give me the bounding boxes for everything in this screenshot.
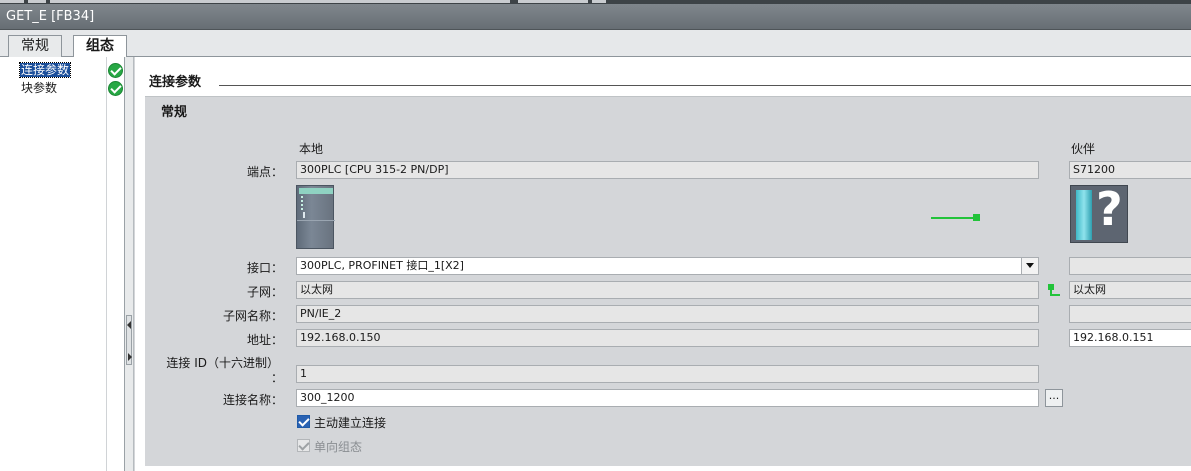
interface-label: 接口： [246, 261, 283, 275]
one-way-label: 单向组态 [314, 440, 363, 454]
partner-interface-field [1069, 257, 1191, 275]
expand-right-icon[interactable] [128, 353, 132, 361]
window-title: GET_E [FB34] [0, 4, 1191, 30]
section-divider [219, 85, 1191, 86]
local-column-header: 本地 [299, 142, 324, 156]
connection-link-line [931, 217, 975, 219]
subnet-label: 子网： [246, 285, 283, 299]
connection-name-field[interactable]: 300_1200 [296, 389, 1039, 407]
address-label: 地址： [246, 333, 283, 347]
connection-id-field[interactable]: 1 [296, 365, 1039, 383]
partner-subnet-field: 以太网 [1069, 281, 1191, 299]
tree-divider [106, 57, 107, 471]
local-interface-value: 300PLC, PROFINET 接口_1[X2] [300, 259, 464, 272]
cpu-module-icon [296, 185, 335, 249]
ellipsis-button[interactable]: ... [1045, 389, 1063, 407]
local-subnet-name-field: PN/IE_2 [296, 305, 1039, 323]
tree-item-label: 块参数 [21, 81, 58, 95]
general-group: 常规 本地 伙伴 端点： 300PLC [CPU 315-2 PN/DP] S7… [145, 96, 1191, 466]
section-title: 连接参数 [149, 75, 202, 90]
endpoint-label: 端点： [246, 165, 283, 179]
connection-link-dot [973, 214, 980, 221]
tab-general[interactable]: 常规 [8, 35, 62, 57]
navigation-tree: 连接参数 块参数 [0, 57, 125, 471]
active-connection-label: 主动建立连接 [314, 416, 387, 430]
active-connection-checkbox[interactable] [297, 415, 310, 428]
check-circle-icon [108, 63, 123, 78]
tab-configuration[interactable]: 组态 [73, 35, 127, 58]
local-subnet-field: 以太网 [296, 281, 1039, 299]
connection-name-label: 连接名称： [222, 393, 283, 407]
tree-item-connection-parameters[interactable]: 连接参数 [0, 61, 125, 79]
partner-column-header: 伙伴 [1071, 142, 1096, 156]
group-title: 常规 [161, 105, 188, 120]
chevron-down-icon[interactable] [1021, 258, 1038, 274]
connection-id-colon: ： [270, 371, 283, 385]
local-endpoint-field: 300PLC [CPU 315-2 PN/DP] [296, 161, 1039, 179]
check-circle-icon [108, 81, 123, 96]
tab-bar: 常规 组态 [0, 30, 1191, 58]
collapse-left-icon[interactable] [127, 321, 131, 329]
tree-item-block-parameters[interactable]: 块参数 [0, 79, 125, 97]
local-interface-select[interactable]: 300PLC, PROFINET 接口_1[X2] [296, 257, 1039, 275]
partner-endpoint-field[interactable]: S71200 [1069, 161, 1191, 179]
subnet-name-label: 子网名称： [222, 309, 283, 323]
tree-item-label: 连接参数 [18, 62, 72, 78]
panel-splitter[interactable] [125, 57, 134, 471]
one-way-checkbox [297, 439, 310, 452]
subnet-connection-icon [1048, 284, 1062, 296]
local-address-field: 192.168.0.150 [296, 329, 1039, 347]
unknown-device-icon: ? [1070, 182, 1128, 243]
main-panel: 连接参数 常规 本地 伙伴 端点： 300PLC [CPU 315-2 PN/D… [135, 57, 1191, 471]
partner-subnet-name-field [1069, 305, 1191, 323]
partner-address-field[interactable]: 192.168.0.151 [1069, 329, 1191, 347]
